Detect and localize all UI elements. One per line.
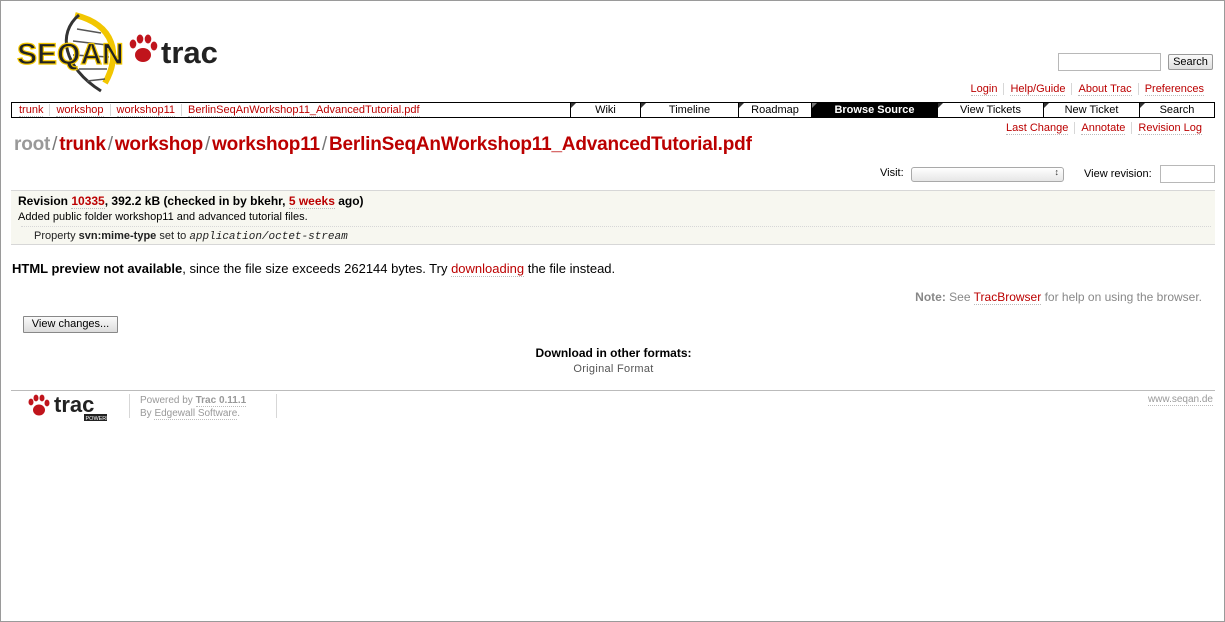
path-file-link[interactable]: BerlinSeqAnWorkshop11_AdvancedTutorial.p… [329, 134, 752, 155]
footer-separator [129, 394, 130, 418]
footer-separator [276, 394, 277, 418]
revision-log-link[interactable]: Revision Log [1138, 122, 1202, 135]
meta-navigation: Login Help/Guide About Trac Preferences [965, 83, 1210, 96]
footer-divider [11, 390, 1215, 391]
downloading-link[interactable]: downloading [451, 261, 525, 277]
select-arrows-icon: ↕ [1054, 167, 1060, 177]
breadcrumb: trunk workshop workshop11 BerlinSeqAnWorksh… [11, 102, 571, 118]
preview-bold: HTML preview not available [12, 261, 183, 276]
trac-version-link[interactable]: Trac 0.11.1 [195, 395, 247, 407]
path-trunk-link[interactable]: trunk [59, 134, 106, 155]
note-prefix: See [945, 290, 974, 304]
tracbrowser-link[interactable]: TracBrowser [973, 290, 1042, 305]
context-navigation: Last Change Annotate Revision Log [1000, 122, 1208, 135]
nav-browse-source[interactable]: Browse Source [811, 103, 937, 117]
breadcrumb-trunk[interactable]: trunk [19, 104, 44, 117]
nav-view-tickets[interactable]: View Tickets [937, 103, 1043, 117]
nav-wiki[interactable]: Wiki [571, 103, 640, 117]
property-line: Property svn:mime-type set to applicatio… [21, 226, 1211, 244]
annotate-link[interactable]: Annotate [1081, 122, 1126, 135]
trac-powered-logo[interactable]: trac POWERED [25, 392, 115, 423]
preview-message: HTML preview not available, since the fi… [12, 261, 616, 277]
view-revision-input[interactable] [1160, 165, 1215, 183]
path-separator: / [107, 134, 113, 155]
download-formats-title: Download in other formats: [535, 346, 692, 360]
path-separator: / [204, 134, 211, 155]
nav-search[interactable]: Search [1139, 103, 1214, 117]
last-change-link[interactable]: Last Change [1005, 122, 1069, 135]
edgewall-link[interactable]: Edgewall Software [154, 408, 238, 420]
by-prefix: By [140, 408, 155, 419]
logo-seqan-text: SEQAN [17, 38, 124, 71]
seqan-trac-logo[interactable]: SEQAN trac [17, 11, 229, 95]
breadcrumb-file[interactable]: BerlinSeqAnWorkshop11_AdvancedTutorial.p… [188, 104, 420, 117]
commit-message: Added public folder workshop11 and advan… [18, 211, 308, 223]
site-link-text[interactable]: www.seqan.de [1147, 394, 1213, 406]
visit-select[interactable]: ↕ [911, 167, 1064, 182]
size-text: , 392.2 kB (checked in by bkehr, [104, 194, 289, 208]
revision-line: Revision 10335, 392.2 kB (checked in by … [18, 194, 364, 209]
powered-prefix: Powered by [140, 395, 196, 406]
revision-prefix: Revision [18, 194, 72, 208]
file-info: Revision 10335, 392.2 kB (checked in by … [11, 190, 1215, 245]
paw-icon [28, 394, 50, 416]
view-revision-label: View revision: [1084, 168, 1152, 180]
preview-suffix: the file instead. [524, 261, 616, 276]
path-separator: / [321, 134, 327, 155]
path-workshop11-link[interactable]: workshop11 [212, 134, 320, 155]
download-formats: Download in other formats: Original Form… [1, 346, 1225, 375]
search-button[interactable]: Search [1168, 54, 1213, 70]
help-guide-link[interactable]: Help/Guide [1010, 83, 1066, 96]
breadcrumb-workshop[interactable]: workshop [56, 104, 104, 117]
page-title: root / trunk / workshop / workshop11/BerlinSeq… [14, 134, 752, 156]
visit-label: Visit: [880, 167, 904, 179]
age-suffix: ago) [334, 194, 364, 208]
view-changes-button[interactable]: View changes... [23, 316, 118, 333]
help-note: Note: See TracBrowser for help on using … [915, 290, 1202, 305]
paw-icon [129, 34, 158, 62]
revision-link[interactable]: 10335 [71, 194, 105, 209]
login-link[interactable]: Login [970, 83, 998, 96]
search-input[interactable] [1058, 53, 1161, 71]
age-link[interactable]: 5 weeks [288, 194, 335, 209]
property-mid: set to [156, 230, 190, 242]
about-trac-link[interactable]: About Trac [1078, 83, 1132, 96]
site-link[interactable]: www.seqan.de [1147, 394, 1213, 406]
nav-new-ticket[interactable]: New Ticket [1043, 103, 1139, 117]
note-label: Note: [915, 290, 946, 304]
powered-by: Powered by Trac 0.11.1 By Edgewall Softw… [140, 394, 247, 420]
nav-roadmap[interactable]: Roadmap [738, 103, 811, 117]
main-navigation: Wiki Timeline Roadmap Browse Source View… [570, 102, 1215, 118]
property-name: svn:mime-type [78, 230, 157, 242]
footer-logo-badge: POWERED [86, 416, 114, 422]
preview-text: , since the file size exceeds 262144 byt… [182, 261, 452, 276]
note-suffix: for help on using the browser. [1041, 290, 1202, 304]
footer-logo-text: trac [54, 393, 94, 417]
path-workshop-link[interactable]: workshop [115, 134, 203, 155]
logo-trac-text: trac [161, 35, 218, 70]
path-separator: / [52, 134, 58, 155]
property-value: application/octet-stream [189, 231, 348, 243]
nav-timeline[interactable]: Timeline [640, 103, 738, 117]
breadcrumb-workshop11[interactable]: workshop11 [116, 104, 176, 117]
path-root-link[interactable]: root [14, 134, 50, 155]
preferences-link[interactable]: Preferences [1144, 83, 1204, 96]
property-prefix: Property [34, 230, 79, 242]
original-format-link[interactable]: Original Format [573, 363, 653, 375]
by-suffix: . [237, 408, 241, 419]
